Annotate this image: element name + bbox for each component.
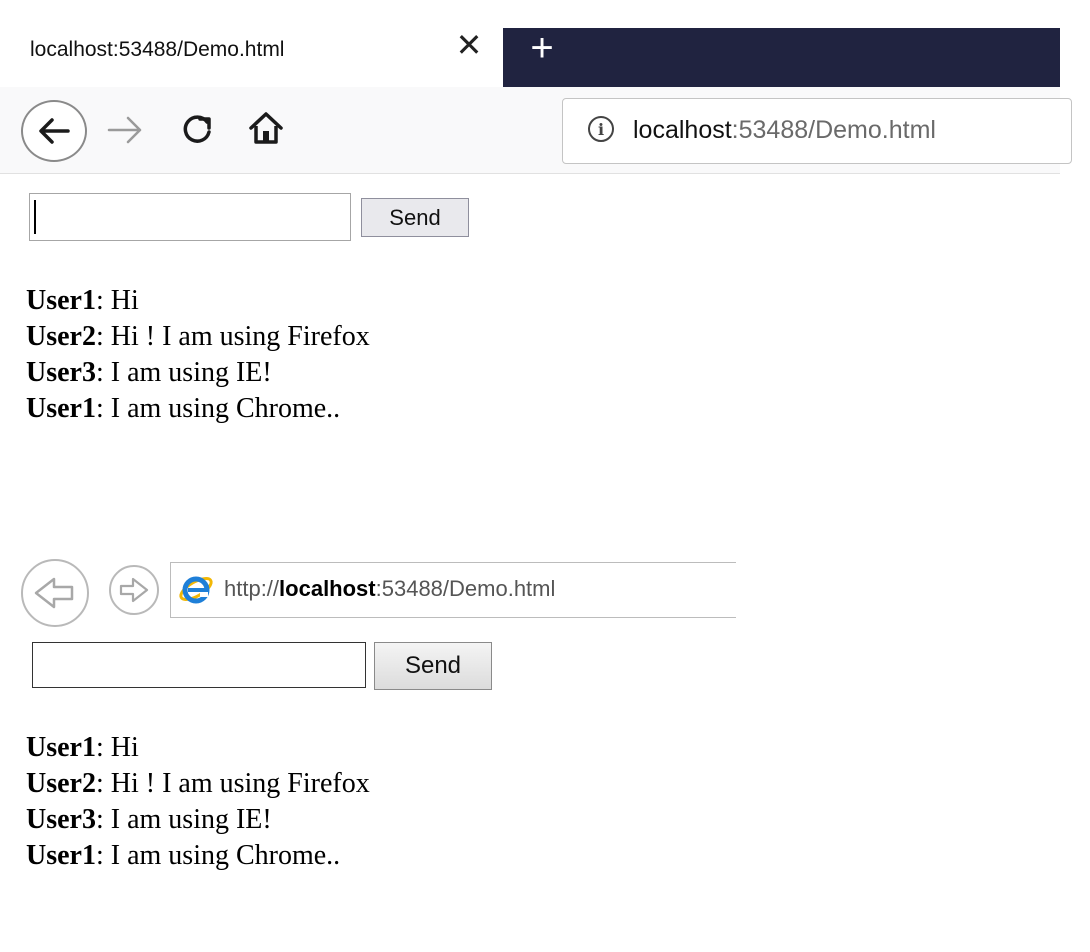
message-text: : I am using IE! <box>95 357 272 388</box>
message-user: User2 <box>26 321 96 352</box>
info-icon[interactable]: i <box>588 116 614 142</box>
url-host: localhost <box>279 576 376 601</box>
address-text[interactable]: localhost:53488/Demo.html <box>633 116 936 145</box>
message-user: User1 <box>26 840 96 871</box>
message-user: User3 <box>26 357 96 388</box>
ie-forward-button[interactable] <box>103 562 165 618</box>
firefox-active-tab[interactable]: localhost:53488/Demo.html ✕ <box>0 0 503 87</box>
ie-back-button[interactable] <box>14 557 96 629</box>
list-item: User2: Hi ! I am using Firefox <box>26 319 370 355</box>
message-text: : Hi <box>95 732 139 763</box>
url-scheme: http:// <box>224 576 280 601</box>
url-path: :53488/Demo.html <box>731 116 936 144</box>
message-text: : Hi <box>95 285 139 316</box>
list-item: User3: I am using IE! <box>26 802 370 838</box>
message-text: : Hi ! I am using Firefox <box>95 768 370 799</box>
send-button[interactable]: Send <box>361 198 469 237</box>
list-item: User1: I am using Chrome.. <box>26 838 370 874</box>
message-user: User1 <box>26 285 96 316</box>
ie-send-button[interactable]: Send <box>374 642 492 690</box>
ie-address-text[interactable]: http://localhost:53488/Demo.html <box>224 576 555 602</box>
message-text: : I am using Chrome.. <box>95 393 341 424</box>
reload-icon[interactable] <box>178 110 216 148</box>
message-user: User1 <box>26 393 96 424</box>
forward-arrow-icon[interactable] <box>104 112 146 148</box>
tab-strip-background <box>503 28 1060 87</box>
message-user: User2 <box>26 768 96 799</box>
url-host: localhost <box>633 116 732 144</box>
ie-message-list: User1: Hi User2: Hi ! I am using Firefox… <box>26 730 370 874</box>
message-text: : Hi ! I am using Firefox <box>95 321 370 352</box>
ie-message-input[interactable] <box>32 642 366 688</box>
list-item: User1: Hi <box>26 730 370 766</box>
message-text: : I am using IE! <box>95 804 272 835</box>
tab-title: localhost:53488/Demo.html <box>30 38 285 61</box>
home-icon[interactable] <box>246 108 286 148</box>
message-user: User3 <box>26 804 96 835</box>
list-item: User1: I am using Chrome.. <box>26 391 370 427</box>
back-button[interactable] <box>21 100 87 162</box>
ie-logo-icon <box>179 576 213 604</box>
list-item: User3: I am using IE! <box>26 355 370 391</box>
message-user: User1 <box>26 732 96 763</box>
text-caret <box>34 200 36 234</box>
message-text: : I am using Chrome.. <box>95 840 341 871</box>
close-tab-icon[interactable]: ✕ <box>452 28 486 62</box>
message-input[interactable] <box>29 193 351 241</box>
new-tab-icon[interactable]: + <box>520 26 564 70</box>
message-list: User1: Hi User2: Hi ! I am using Firefox… <box>26 283 370 427</box>
back-arrow-icon <box>39 118 70 144</box>
list-item: User2: Hi ! I am using Firefox <box>26 766 370 802</box>
url-path: :53488/Demo.html <box>375 576 556 601</box>
list-item: User1: Hi <box>26 283 370 319</box>
